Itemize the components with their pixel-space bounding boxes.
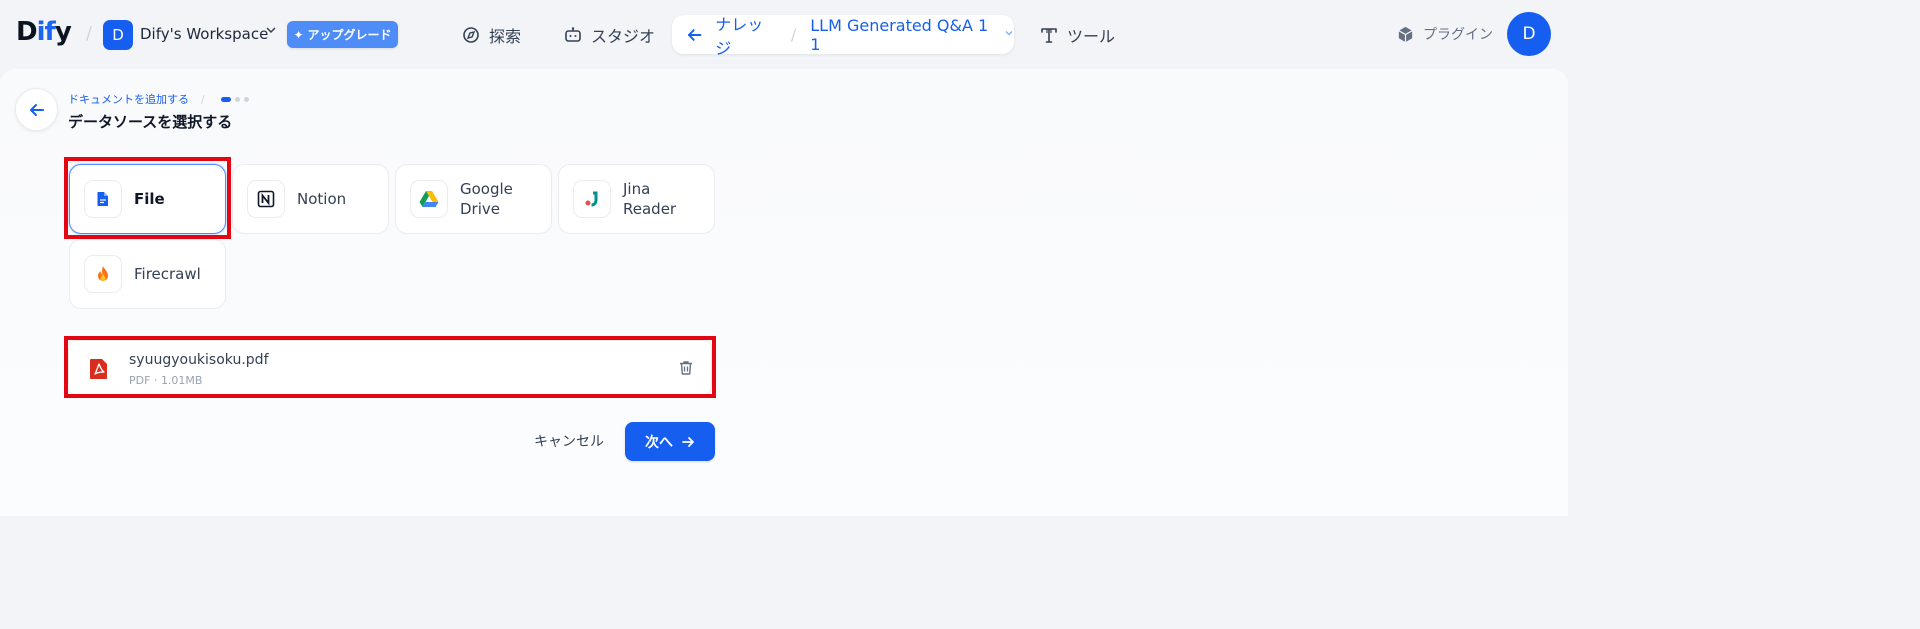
trash-icon[interactable] [677, 359, 695, 381]
nav-tools[interactable]: ツール [1039, 22, 1115, 48]
breadcrumb-add-document: ドキュメントを追加する [68, 93, 189, 106]
page-title: データソースを選択する [68, 113, 233, 131]
file-type: PDF [129, 374, 151, 387]
file-name: syuugyoukisoku.pdf [129, 352, 269, 368]
google-drive-icon [410, 180, 448, 218]
dify-logo[interactable]: Dify [16, 17, 72, 47]
jina-reader-icon [573, 180, 611, 218]
separator: · [153, 374, 161, 387]
file-size: 1.01MB [160, 374, 203, 387]
main-panel: ドキュメントを追加する / データソースを選択する File Notion Go… [0, 69, 1568, 516]
top-navigation-bar: Dify / D Dify's Workspace ✦ アップグレード 探索 ス… [0, 0, 1568, 68]
arrow-left-icon [687, 28, 702, 41]
file-icon [84, 180, 122, 218]
source-card-file[interactable]: File [69, 164, 226, 234]
source-card-firecrawl[interactable]: Firecrawl [69, 239, 226, 309]
nav-explore[interactable]: 探索 [461, 22, 521, 48]
source-label: Jina Reader [623, 180, 677, 218]
source-card-jina-reader[interactable]: Jina Reader [558, 164, 715, 234]
chevron-down-icon[interactable] [1004, 28, 1014, 41]
nav-studio[interactable]: スタジオ [563, 22, 655, 48]
source-label: Notion [297, 190, 347, 208]
file-meta: PDF · 1.01MB [129, 374, 202, 387]
next-button[interactable]: 次へ [625, 422, 715, 461]
step-indicator [220, 96, 249, 102]
source-card-notion[interactable]: Notion [232, 164, 389, 234]
upgrade-button[interactable]: ✦ アップグレード [287, 21, 398, 48]
dataset-name[interactable]: LLM Generated Q&A 1 1 [810, 16, 996, 54]
separator: / [201, 92, 205, 106]
tools-icon [1041, 28, 1057, 43]
uploaded-file-item[interactable]: syuugyoukisoku.pdf PDF · 1.01MB [68, 340, 712, 395]
nav-plugins[interactable]: プラグイン [1396, 24, 1493, 44]
step-dot [243, 96, 249, 102]
arrow-right-icon [682, 436, 694, 447]
breadcrumb: ドキュメントを追加する / [68, 91, 249, 107]
compass-icon [463, 27, 479, 43]
source-label: Google Drive [460, 180, 513, 218]
pdf-icon [89, 358, 109, 384]
user-avatar[interactable]: D [1507, 12, 1551, 56]
back-button[interactable] [15, 88, 58, 131]
nav-knowledge[interactable]: ナレッジ / LLM Generated Q&A 1 1 [672, 15, 1014, 58]
firecrawl-icon [84, 255, 122, 293]
nav-knowledge-label: ナレッジ [715, 14, 764, 58]
source-card-google-drive[interactable]: Google Drive [395, 164, 552, 234]
notion-icon [247, 180, 285, 218]
chevron-down-icon[interactable] [265, 24, 277, 39]
robot-icon [565, 27, 581, 42]
workspace-name[interactable]: Dify's Workspace [140, 25, 268, 43]
step-dot [234, 96, 240, 102]
cancel-button[interactable]: キャンセル [524, 423, 614, 459]
separator: / [86, 23, 93, 44]
source-label: File [134, 190, 165, 208]
cube-icon [1398, 26, 1413, 42]
source-label: Firecrawl [134, 265, 201, 283]
step-dot-active [220, 96, 231, 102]
workspace-avatar[interactable]: D [103, 20, 133, 50]
separator: / [790, 25, 797, 44]
sparkle-icon: ✦ [293, 27, 304, 42]
arrow-left-icon [29, 103, 44, 116]
